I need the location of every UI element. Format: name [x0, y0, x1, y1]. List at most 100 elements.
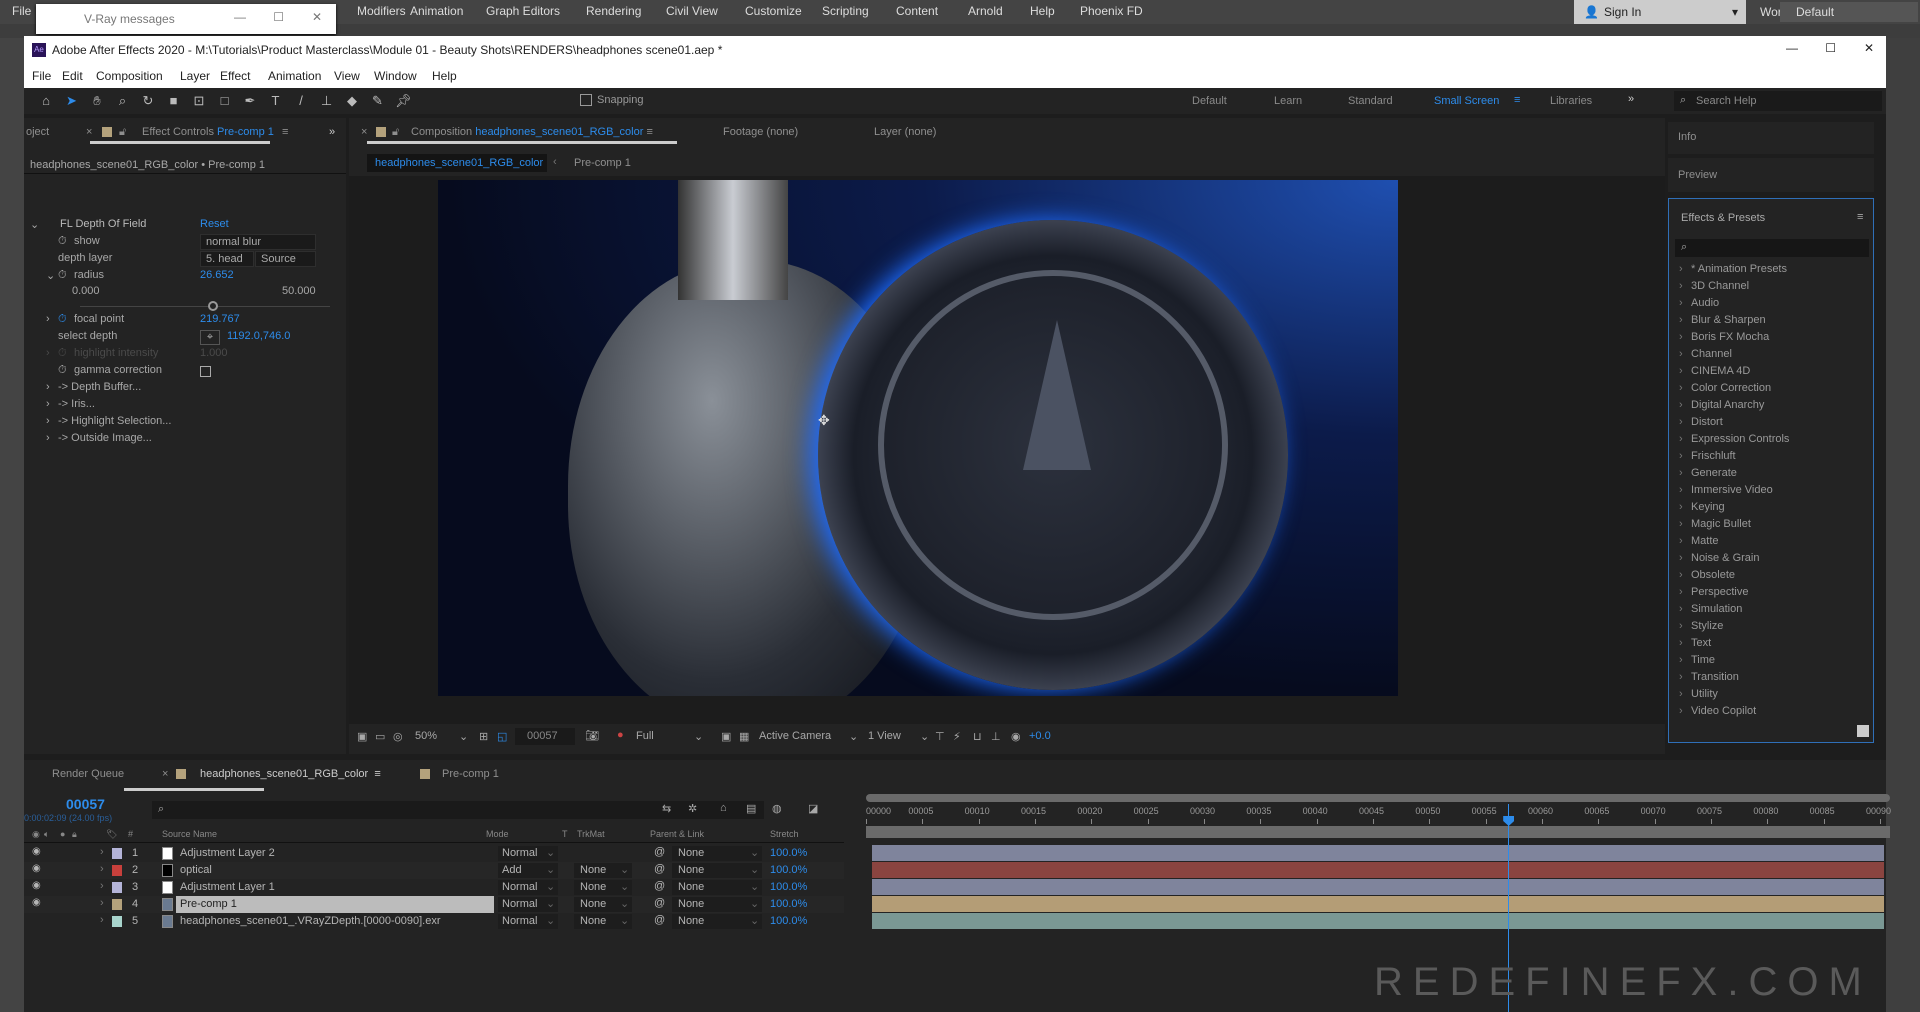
pan-behind-tool-icon[interactable]: ⊡: [191, 93, 207, 109]
stopwatch-icon[interactable]: ⏱︎: [58, 235, 67, 248]
crosshair-icon[interactable]: ⌖: [200, 330, 220, 345]
toggle-pixel-aspect-icon[interactable]: ⊤: [935, 730, 945, 743]
pen-tool-icon[interactable]: ✒︎: [242, 93, 258, 109]
chevron-right-icon[interactable]: ›: [100, 897, 104, 909]
property-group-label[interactable]: -> Iris...: [58, 398, 95, 410]
draft-3d-icon[interactable]: ✲: [688, 802, 697, 815]
menu-animation[interactable]: Animation: [268, 69, 321, 83]
tab-timeline-precomp[interactable]: Pre-comp 1: [442, 768, 499, 780]
chevron-right-icon[interactable]: ›: [46, 381, 50, 393]
selection-tool-icon[interactable]: ➤: [64, 93, 80, 109]
source-name-header[interactable]: Source Name: [162, 829, 217, 839]
monitor-icon[interactable]: ▭: [375, 730, 385, 743]
lock-icon[interactable]: 🔓︎: [392, 126, 399, 139]
layer-duration-bar[interactable]: [872, 896, 1884, 912]
radius-slider-track[interactable]: [80, 306, 330, 307]
vray-messages-window[interactable]: V-Ray messages — ☐ ✕: [36, 4, 336, 34]
menu-help[interactable]: Help: [432, 69, 457, 83]
pickwhip-icon[interactable]: @: [654, 914, 665, 926]
layer-duration-bar[interactable]: [872, 845, 1884, 861]
label-color-swatch[interactable]: [112, 916, 122, 927]
current-time-field[interactable]: 00057: [515, 728, 575, 745]
comp-viewer-image[interactable]: ✥: [438, 180, 1398, 696]
max-menu-rendering[interactable]: Rendering: [586, 4, 641, 18]
solo-icon[interactable]: ●: [60, 829, 65, 839]
table-row[interactable]: ◉ › 2 optical Add ⌄ None ⌄ @ None ⌄ 100.0%: [24, 862, 844, 879]
tab-layer[interactable]: Layer (none): [874, 126, 936, 138]
reset-exposure-icon[interactable]: ◉: [1011, 730, 1021, 743]
chevron-right-icon[interactable]: ›: [46, 432, 50, 444]
clone-stamp-tool-icon[interactable]: ⊥: [319, 93, 335, 109]
chevron-right-icon[interactable]: ›: [46, 313, 50, 325]
current-timecode[interactable]: 00057: [66, 796, 105, 812]
chevrons-icon[interactable]: »: [1628, 93, 1634, 105]
anchor-point-icon[interactable]: ✥: [818, 412, 830, 429]
layer-name[interactable]: Adjustment Layer 2: [180, 847, 275, 859]
chevron-right-icon[interactable]: ›: [46, 415, 50, 427]
timeline-icon[interactable]: ⊔: [973, 730, 982, 743]
magnification-select[interactable]: 50% ⌄: [415, 730, 473, 745]
menu-file[interactable]: File: [32, 69, 51, 83]
minimize-button[interactable]: —: [1786, 41, 1798, 55]
home-tool-icon[interactable]: ⌂: [38, 93, 54, 109]
max-menu-animation[interactable]: Animation: [410, 4, 463, 18]
always-preview-icon[interactable]: ▣: [357, 730, 367, 743]
max-menu-arnold[interactable]: Arnold: [968, 4, 1003, 18]
menu-composition[interactable]: Composition: [96, 69, 163, 83]
tab-effect-controls[interactable]: Effect Controls Pre-comp 1: [142, 126, 274, 138]
stopwatch-icon[interactable]: ⏱︎: [58, 269, 67, 282]
eye-icon[interactable]: ◉: [32, 880, 41, 891]
tab-render-queue[interactable]: Render Queue: [52, 768, 124, 780]
reset-link[interactable]: Reset: [200, 218, 229, 230]
trkmat-dropdown[interactable]: None ⌄: [574, 880, 632, 895]
menu-edit[interactable]: Edit: [62, 69, 83, 83]
close-button[interactable]: ✕: [1864, 41, 1874, 55]
layer-name[interactable]: headphones_scene01_.VRayZDepth.[0000-009…: [180, 915, 441, 927]
info-panel[interactable]: Info: [1668, 122, 1874, 154]
property-group-label[interactable]: -> Depth Buffer...: [58, 381, 141, 393]
stretch-value[interactable]: 100.0%: [770, 915, 807, 927]
layer-name-cell[interactable]: [176, 862, 494, 879]
resolution-select[interactable]: Full ⌄: [636, 730, 706, 745]
property-group-label[interactable]: -> Highlight Selection...: [58, 415, 171, 427]
region-of-interest-icon[interactable]: ◱: [497, 730, 507, 743]
parent-dropdown[interactable]: None ⌄: [672, 897, 762, 912]
mode-dropdown[interactable]: Normal ⌄: [498, 897, 558, 912]
motion-blur-icon[interactable]: ◍: [772, 802, 782, 815]
table-row[interactable]: ◉ › 1 Adjustment Layer 2 Normal ⌄ @ None ⌄ 100.0%: [24, 845, 844, 862]
tab-project[interactable]: oject: [26, 126, 49, 138]
table-row[interactable]: ◉ › 4 Pre-comp 1 Normal ⌄ None ⌄ @ None ⌄ 100.0%: [24, 896, 844, 913]
mode-dropdown[interactable]: Normal ⌄: [498, 846, 558, 861]
exposure-value[interactable]: +0.0: [1029, 730, 1051, 742]
parent-dropdown[interactable]: None ⌄: [672, 863, 762, 878]
chevron-right-icon[interactable]: ›: [100, 863, 104, 875]
menu-view[interactable]: View: [334, 69, 360, 83]
parent-dropdown[interactable]: None ⌄: [672, 880, 762, 895]
parent-dropdown[interactable]: None ⌄: [672, 846, 762, 861]
graph-editor-icon[interactable]: ◪: [808, 802, 818, 815]
workspace-menu-icon[interactable]: ≡: [1514, 94, 1520, 106]
close-tab-icon[interactable]: ×: [361, 126, 367, 138]
radius-slider-handle[interactable]: [208, 301, 219, 311]
label-color-swatch[interactable]: [112, 882, 122, 893]
camera-snapshot-icon[interactable]: 📷︎: [585, 729, 599, 742]
lock-icon[interactable]: 🔒︎: [72, 829, 77, 840]
label-color-swatch[interactable]: [112, 899, 122, 910]
stretch-value[interactable]: 100.0%: [770, 898, 807, 910]
menu-window[interactable]: Window: [374, 69, 417, 83]
layer-duration-bar[interactable]: [872, 862, 1884, 878]
max-menu-content[interactable]: Content: [896, 4, 938, 18]
stretch-value[interactable]: 100.0%: [770, 864, 807, 876]
table-row[interactable]: ◉ › 3 Adjustment Layer 1 Normal ⌄ None ⌄ @ None ⌄ 1…: [24, 879, 844, 896]
camera-view-select[interactable]: Active Camera ⌄: [759, 730, 859, 745]
pickwhip-icon[interactable]: @: [654, 897, 665, 909]
workspace-learn[interactable]: Learn: [1274, 95, 1302, 107]
parent-dropdown[interactable]: None ⌄: [672, 914, 762, 929]
transparency-grid-icon[interactable]: ▦: [739, 730, 749, 743]
zoom-tool-icon[interactable]: ⌕: [115, 93, 131, 109]
eye-icon[interactable]: ◉: [32, 897, 41, 908]
layer-name[interactable]: Adjustment Layer 1: [180, 881, 275, 893]
trkmat-dropdown[interactable]: None ⌄: [574, 863, 632, 878]
layer-name[interactable]: optical: [180, 864, 212, 876]
panel-menu-icon[interactable]: ≡: [282, 126, 288, 138]
